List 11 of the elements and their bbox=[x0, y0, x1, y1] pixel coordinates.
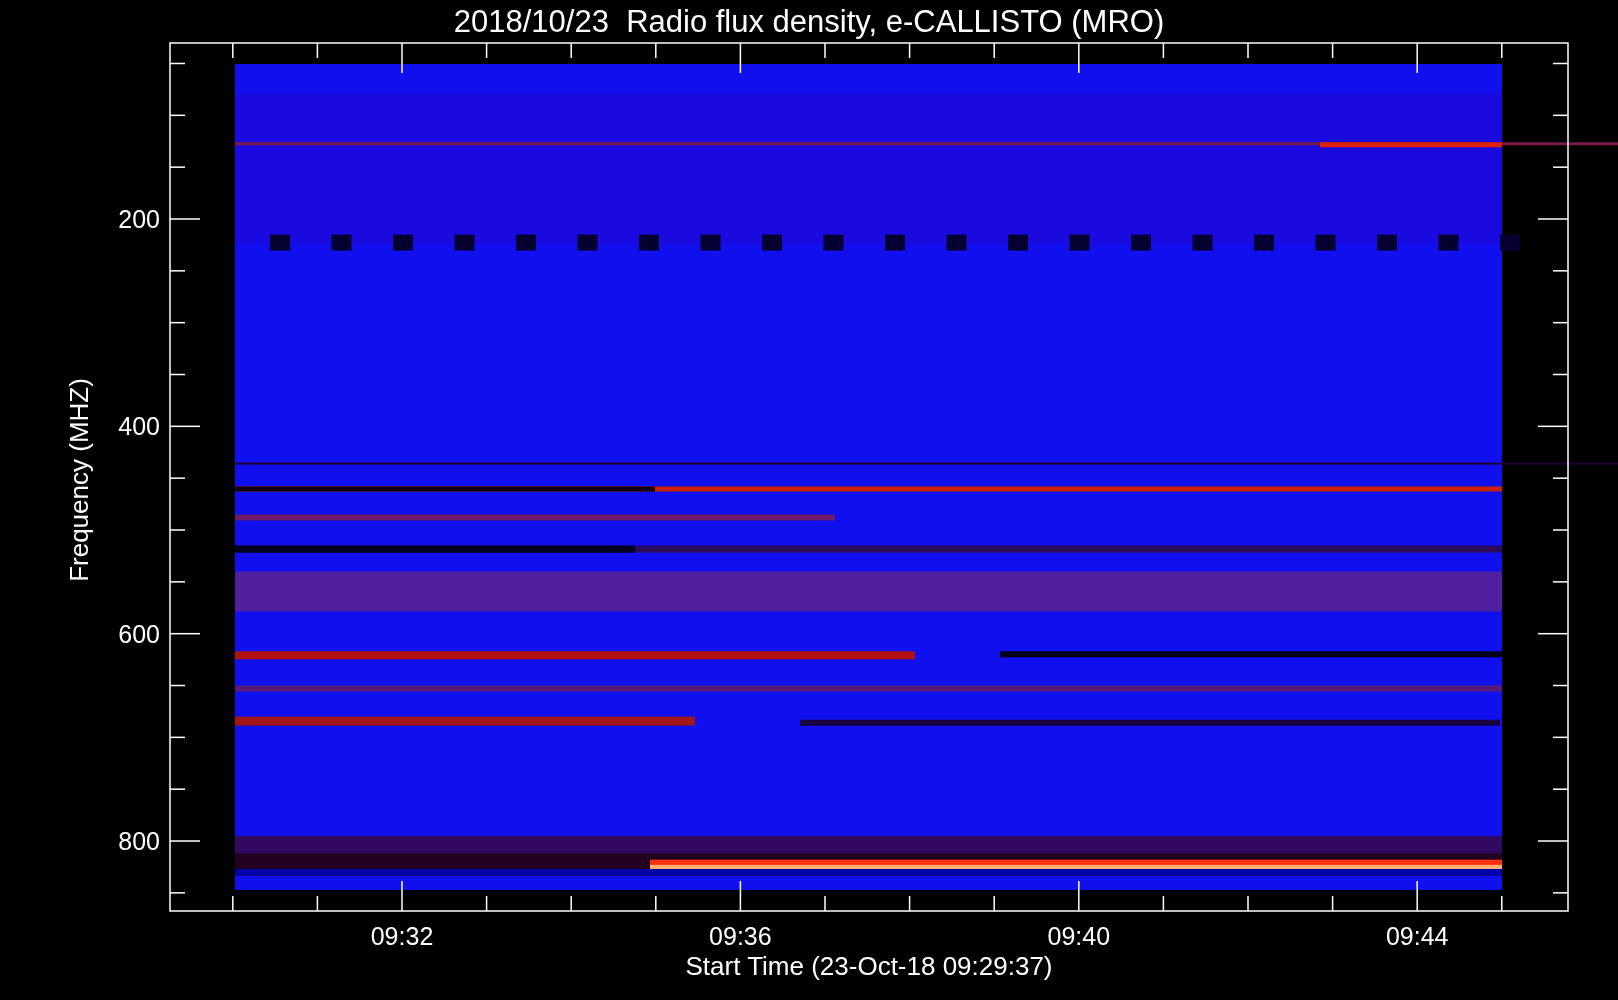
x-tick-label: 09:36 bbox=[709, 922, 772, 950]
y-tick-label: 800 bbox=[118, 827, 160, 855]
y-axis-label: Frequency (MHZ) bbox=[64, 378, 94, 582]
y-tick-label: 600 bbox=[118, 619, 160, 648]
y-tick-label: 400 bbox=[118, 412, 160, 441]
x-tick-label: 09:32 bbox=[370, 922, 434, 950]
y-tick-label: 200 bbox=[118, 205, 160, 233]
x-tick-label: 09:44 bbox=[1385, 922, 1449, 950]
chart-title: 2018/10/23 Radio flux density, e-CALLISTO (MRO) bbox=[453, 4, 1165, 39]
x-tick-label: 09:40 bbox=[1047, 922, 1111, 950]
x-axis-label: Start Time (23-Oct-18 09:29:37) bbox=[685, 951, 1053, 981]
